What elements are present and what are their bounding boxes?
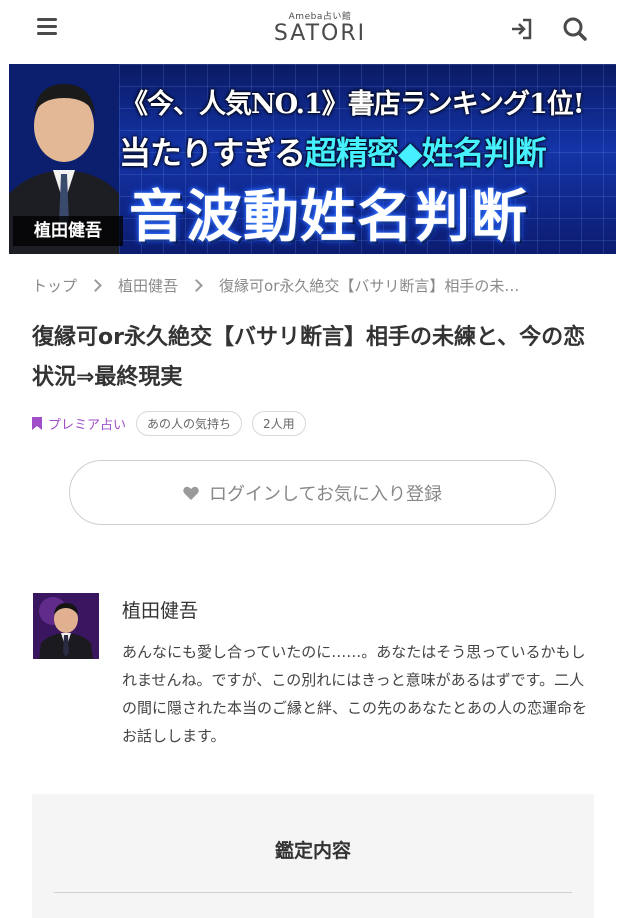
tag-pill[interactable]: 2人用 <box>252 410 306 436</box>
chevron-right-icon <box>190 278 203 292</box>
premium-tag-label: プレミア占い <box>48 417 127 433</box>
teller-avatar-image <box>33 593 99 659</box>
banner-teller-name: 植田健吾 <box>13 216 123 246</box>
section-divider <box>54 892 572 893</box>
breadcrumb-current: 復縁可or永久絶交【バサリ断言】相手の未… <box>219 276 520 295</box>
app-header: Ameba占い館 SATORI <box>0 0 640 64</box>
heart-icon <box>183 486 199 500</box>
teller-description: あんなにも愛し合っていたのに……。あなたはそう思っているかもしれませんね。ですが… <box>122 643 588 745</box>
avatar[interactable] <box>33 593 99 659</box>
banner-subheadline-a: 当たりすぎる <box>119 134 306 172</box>
breadcrumb: トップ 植田健吾 復縁可or永久絶交【バサリ断言】相手の未… <box>32 273 592 297</box>
login-icon[interactable] <box>510 17 534 41</box>
logo-main-text: SATORI <box>273 21 367 46</box>
breadcrumb-top[interactable]: トップ <box>32 275 77 296</box>
teller-name[interactable]: 植田健吾 <box>122 596 198 623</box>
tag-list: プレミア占い あの人の気持ち 2人用 <box>32 410 306 436</box>
tag-pill[interactable]: あの人の気持ち <box>136 410 243 436</box>
site-logo[interactable]: Ameba占い館 SATORI <box>0 9 640 46</box>
search-icon[interactable] <box>562 16 588 42</box>
banner-subheadline: 当たりすぎる超精密◆姓名判断 <box>119 128 547 174</box>
breadcrumb-teller[interactable]: 植田健吾 <box>118 275 178 296</box>
page-title: 復縁可or永久絶交【バサリ断言】相手の未練と、今の恋状況⇒最終現実 <box>32 325 586 390</box>
favorite-button-label: ログインしてお気に入り登録 <box>209 483 442 505</box>
banner-headline: 《今、人気NO.1》書店ランキング1位! <box>121 89 585 120</box>
banner-subheadline-b: 超精密◆姓名判断 <box>305 134 547 172</box>
login-favorite-button[interactable]: ログインしてお気に入り登録 <box>69 460 556 525</box>
hero-banner: 《今、人気NO.1》書店ランキング1位! 当たりすぎる超精密◆姓名判断 音波動姓… <box>9 64 616 254</box>
section-title: 鑑定内容 <box>274 840 351 862</box>
premium-tag: プレミア占い <box>32 414 126 433</box>
bookmark-icon <box>32 416 42 430</box>
chevron-right-icon <box>89 278 102 292</box>
banner-title: 音波動姓名判断 <box>129 184 528 250</box>
reading-content-section: 鑑定内容 <box>32 794 594 918</box>
